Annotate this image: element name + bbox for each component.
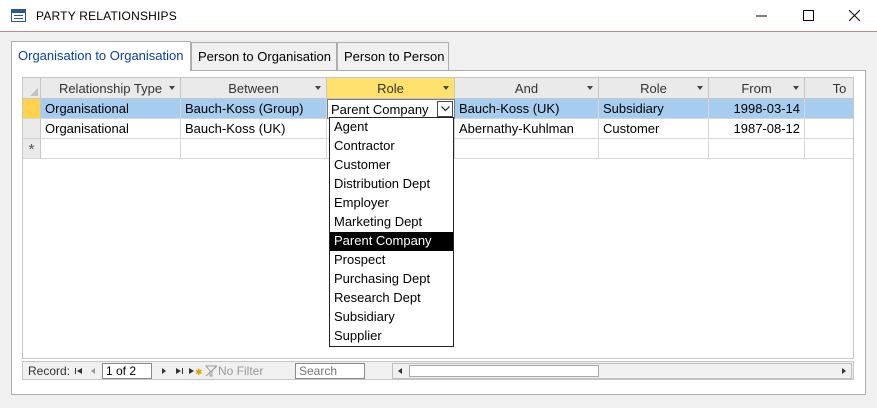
cell-to[interactable]: [805, 99, 853, 119]
chevron-down-icon: [441, 106, 450, 112]
filter-arrow-icon[interactable]: [169, 86, 175, 90]
column-header-and[interactable]: And: [455, 78, 599, 99]
maximize-button[interactable]: [785, 0, 831, 31]
maximize-icon: [802, 10, 814, 21]
filter-arrow-icon[interactable]: [587, 86, 593, 90]
tab-person-to-organisation[interactable]: Person to Organisation: [191, 42, 337, 70]
column-header-to[interactable]: To: [805, 78, 853, 99]
window-title: PARTY RELATIONSHIPS: [36, 9, 177, 23]
cell-role-2[interactable]: Customer: [599, 119, 709, 139]
dropdown-option[interactable]: Marketing Dept: [330, 213, 453, 232]
tab-organisation-to-organisation[interactable]: Organisation to Organisation: [11, 41, 191, 71]
form-icon: [11, 9, 26, 22]
no-filter-button[interactable]: No Filter: [218, 364, 263, 378]
dropdown-option[interactable]: Agent: [330, 118, 453, 137]
search-input[interactable]: [295, 363, 365, 379]
new-record-marker[interactable]: *: [23, 139, 41, 159]
dropdown-option[interactable]: Customer: [330, 156, 453, 175]
last-record-icon[interactable]: [173, 365, 185, 377]
minimize-button[interactable]: [738, 0, 784, 31]
dropdown-option[interactable]: Prospect: [330, 251, 453, 270]
dropdown-option-selected[interactable]: Parent Company: [330, 232, 453, 251]
cell-from[interactable]: [709, 139, 805, 159]
svg-text:✱: ✱: [195, 368, 203, 377]
cell-to[interactable]: [805, 139, 853, 159]
select-all-corner[interactable]: [23, 78, 41, 99]
filter-icon[interactable]: [205, 365, 219, 377]
cell-role-2[interactable]: Subsidiary: [599, 99, 709, 119]
cell-between[interactable]: Bauch-Koss (UK): [181, 119, 327, 139]
record-navigation-bar: Record: ✱ No Filter: [22, 361, 854, 380]
column-header-relationship-type[interactable]: Relationship Type: [41, 78, 181, 99]
dropdown-option[interactable]: Subsidiary: [330, 308, 453, 327]
role-combo-box[interactable]: Parent Company: [327, 99, 455, 119]
cell-and[interactable]: Bauch-Koss (UK): [455, 99, 599, 119]
cell-relationship-type[interactable]: Organisational: [41, 119, 181, 139]
column-header-role-2[interactable]: Role: [599, 78, 709, 99]
record-selector[interactable]: [23, 99, 41, 119]
cell-from[interactable]: 1998-03-14: [709, 99, 805, 119]
dropdown-option[interactable]: Contractor: [330, 137, 453, 156]
dropdown-option[interactable]: Distribution Dept: [330, 175, 453, 194]
cell-between[interactable]: [181, 139, 327, 159]
first-record-icon[interactable]: [73, 365, 85, 377]
previous-record-icon[interactable]: [87, 365, 99, 377]
horizontal-scrollbar[interactable]: [392, 363, 852, 379]
cell-between[interactable]: Bauch-Koss (Group): [181, 99, 327, 119]
tab-person-to-person[interactable]: Person to Person: [337, 42, 449, 70]
dropdown-option[interactable]: Supplier: [330, 327, 453, 346]
current-record-input[interactable]: [102, 363, 152, 379]
column-header-from[interactable]: From: [709, 78, 805, 99]
filter-arrow-icon[interactable]: [697, 86, 703, 90]
cell-relationship-type[interactable]: Organisational: [41, 99, 181, 119]
scroll-right-icon[interactable]: [836, 364, 851, 378]
next-record-icon[interactable]: [158, 365, 170, 377]
filter-arrow-icon[interactable]: [793, 86, 799, 90]
close-icon: [848, 10, 860, 21]
minimize-icon: [755, 15, 767, 17]
role-dropdown-list: Agent Contractor Customer Distribution D…: [329, 117, 454, 347]
combo-dropdown-button[interactable]: [437, 101, 453, 117]
cell-from[interactable]: 1987-08-12: [709, 119, 805, 139]
column-header-role[interactable]: Role: [327, 78, 455, 99]
dropdown-option[interactable]: Research Dept: [330, 289, 453, 308]
dropdown-option[interactable]: Purchasing Dept: [330, 270, 453, 289]
title-bar: PARTY RELATIONSHIPS: [0, 0, 877, 32]
new-record-icon[interactable]: ✱: [187, 365, 203, 377]
filter-arrow-icon[interactable]: [315, 86, 321, 90]
record-selector[interactable]: [23, 119, 41, 139]
cell-and[interactable]: Abernathy-Kuhlman: [455, 119, 599, 139]
filter-arrow-icon[interactable]: [443, 86, 449, 90]
close-button[interactable]: [831, 0, 877, 31]
dropdown-option[interactable]: Employer: [330, 194, 453, 213]
role-combo-value: Parent Company: [331, 102, 429, 117]
cell-and[interactable]: [455, 139, 599, 159]
record-label: Record:: [28, 364, 71, 378]
cell-relationship-type[interactable]: [41, 139, 181, 159]
table-row[interactable]: Organisational Bauch-Koss (Group) Parent…: [23, 99, 853, 119]
column-header-between[interactable]: Between: [181, 78, 327, 99]
cell-role-2[interactable]: [599, 139, 709, 159]
cell-to[interactable]: [805, 119, 853, 139]
scroll-left-icon[interactable]: [393, 364, 408, 378]
scrollbar-thumb[interactable]: [409, 365, 599, 377]
